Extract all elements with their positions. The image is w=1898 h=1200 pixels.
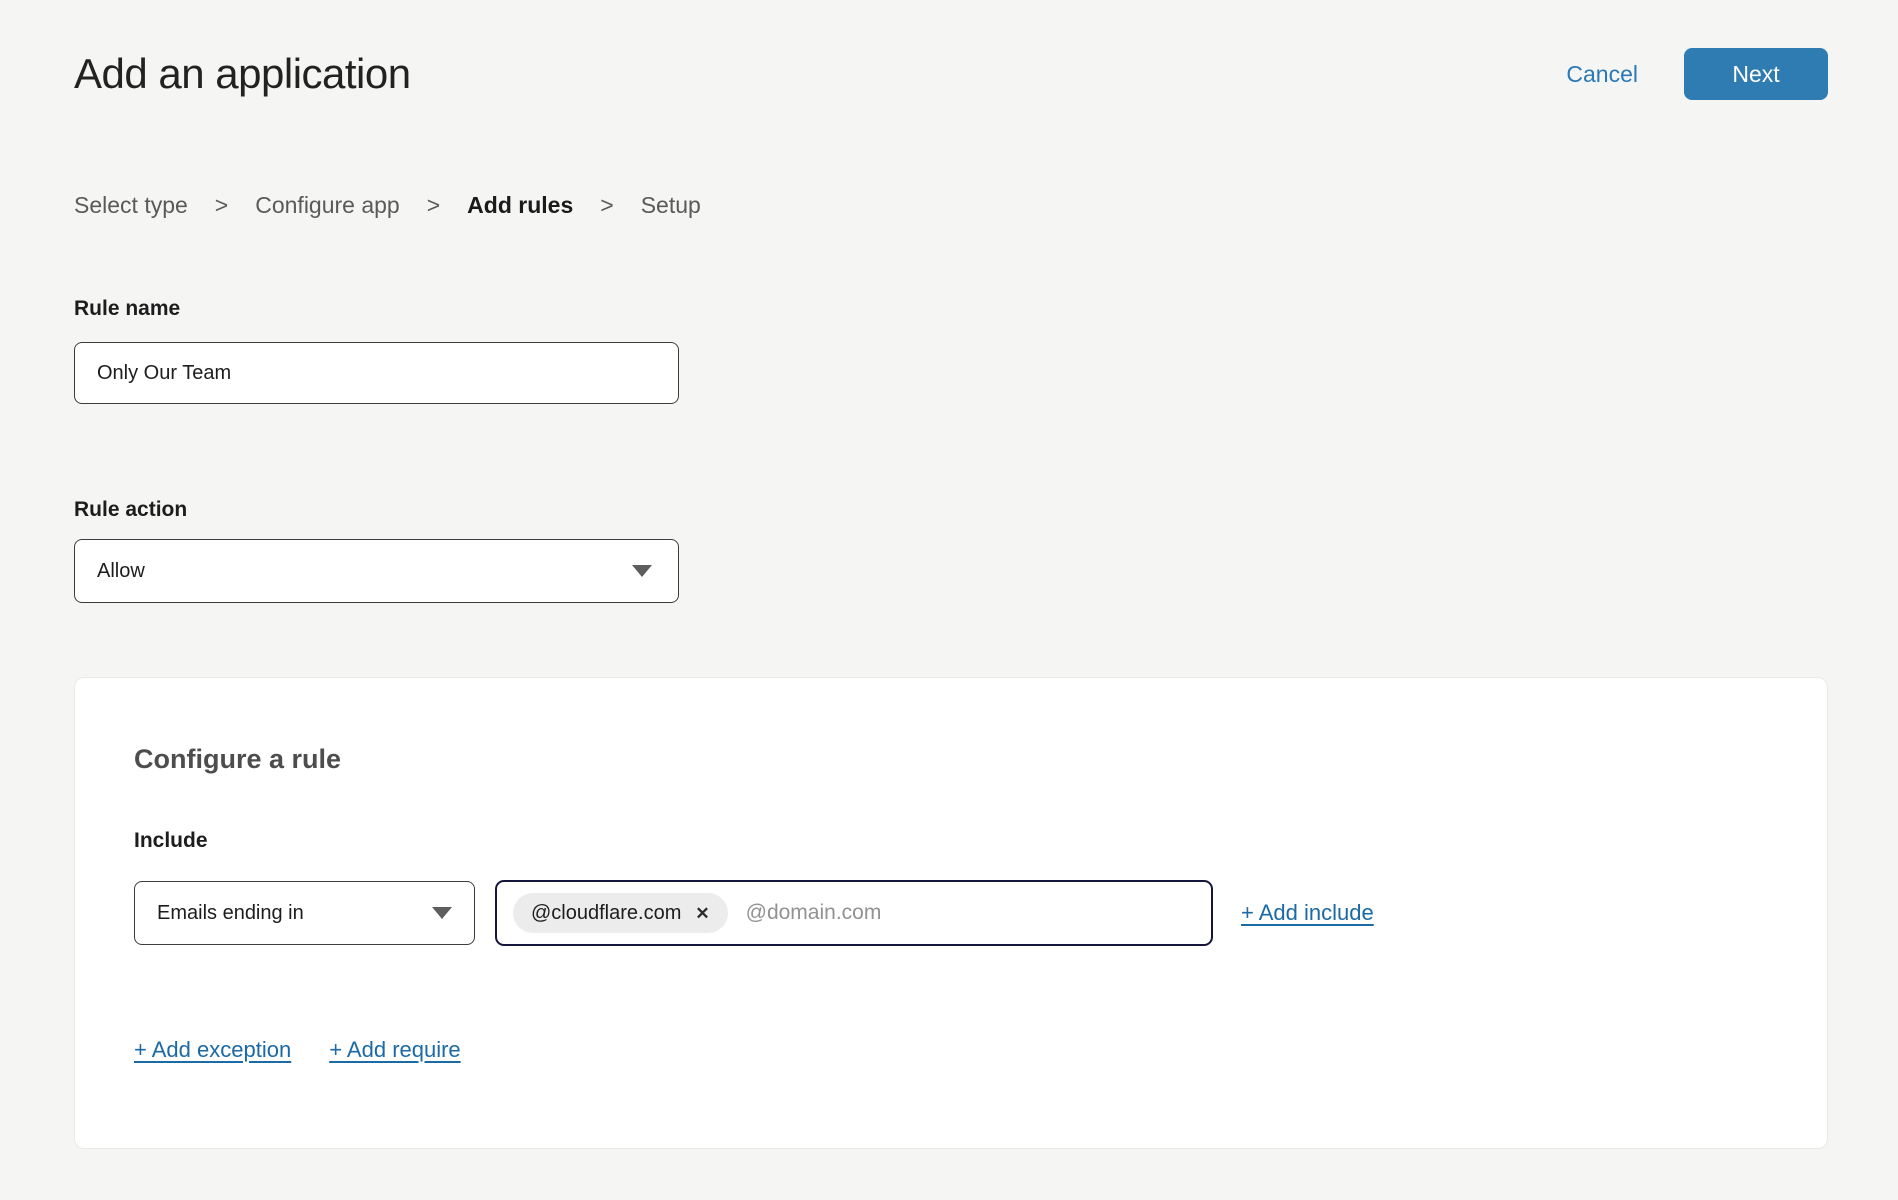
configure-rule-card: Configure a rule Include Emails ending i… [74, 677, 1828, 1149]
rule-action-select[interactable]: Allow [74, 539, 679, 603]
rule-card-title: Configure a rule [134, 744, 1767, 775]
chevron-down-icon [432, 907, 452, 919]
include-selector-select[interactable]: Emails ending in [134, 881, 475, 945]
breadcrumb-separator: > [600, 192, 613, 219]
add-exception-link[interactable]: + Add exception [134, 1037, 291, 1063]
add-application-page: Add an application Cancel Next Select ty… [0, 0, 1898, 1200]
email-domain-tag-input[interactable]: @cloudflare.com ✕ [495, 880, 1213, 946]
page-header: Add an application Cancel Next [74, 0, 1828, 100]
include-rule-row: Emails ending in @cloudflare.com ✕ + Add… [134, 880, 1767, 946]
breadcrumb-step-configure-app[interactable]: Configure app [255, 192, 400, 219]
page-title: Add an application [74, 50, 411, 98]
breadcrumb-step-setup[interactable]: Setup [641, 192, 701, 219]
remove-tag-icon[interactable]: ✕ [695, 905, 709, 922]
tag-label: @cloudflare.com [531, 902, 681, 925]
include-selector-value: Emails ending in [157, 902, 304, 925]
rule-card-bottom-links: + Add exception + Add require [134, 1037, 1767, 1063]
breadcrumb: Select type > Configure app > Add rules … [74, 192, 1828, 219]
chevron-down-icon [632, 565, 652, 577]
breadcrumb-separator: > [215, 192, 228, 219]
breadcrumb-step-add-rules[interactable]: Add rules [467, 192, 573, 219]
breadcrumb-separator: > [427, 192, 440, 219]
add-include-link[interactable]: + Add include [1241, 900, 1374, 926]
email-domain-tag: @cloudflare.com ✕ [513, 893, 728, 933]
breadcrumb-step-select-type[interactable]: Select type [74, 192, 188, 219]
include-label: Include [134, 829, 1767, 853]
rule-name-label: Rule name [74, 297, 1828, 321]
header-actions: Cancel Next [1566, 48, 1828, 100]
add-require-link[interactable]: + Add require [329, 1037, 460, 1063]
rule-action-label: Rule action [74, 498, 1828, 522]
rule-name-input[interactable] [74, 342, 679, 404]
next-button[interactable]: Next [1684, 48, 1828, 100]
rule-action-selected-value: Allow [97, 560, 145, 583]
domain-entry-input[interactable] [746, 901, 1195, 925]
cancel-button[interactable]: Cancel [1566, 61, 1638, 88]
